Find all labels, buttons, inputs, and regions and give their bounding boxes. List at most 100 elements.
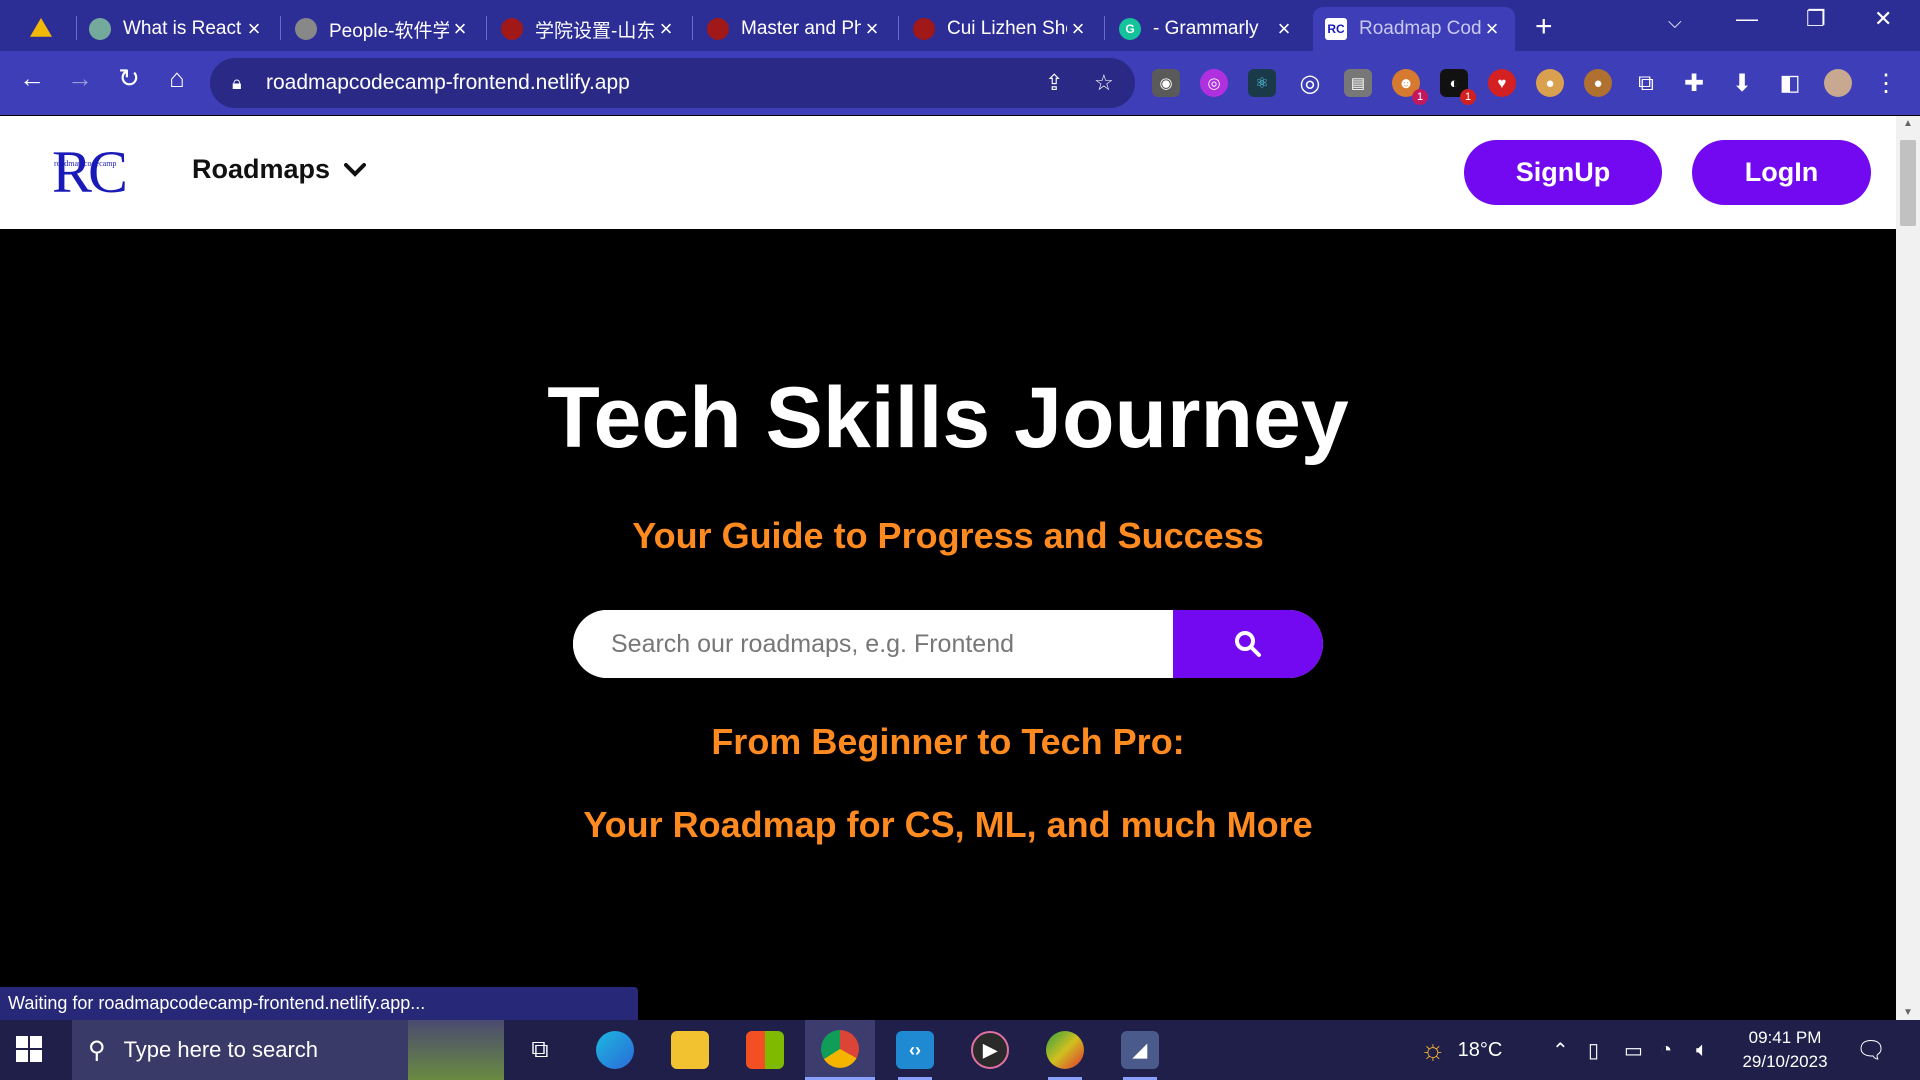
temperature: 18°C — [1457, 1038, 1503, 1061]
search-highlight-image — [408, 1020, 504, 1080]
hero-title: Tech Skills Journey — [547, 370, 1349, 466]
wifi-icon[interactable]: ◔ — [1660, 1020, 1672, 1080]
maps-app-icon[interactable] — [1030, 1020, 1100, 1080]
home-icon[interactable]: ⌂ — [157, 63, 197, 94]
search-button[interactable] — [1173, 610, 1323, 678]
extensions-puzzle-icon[interactable]: ✚ — [1680, 69, 1708, 97]
close-tab-icon[interactable]: × — [861, 16, 883, 42]
tab-cui-lizhen[interactable]: Cui Lizhen Sho × — [901, 7, 1101, 51]
tab-roadmap-codecamp[interactable]: RC Roadmap Code × — [1313, 7, 1515, 51]
search-icon: ⚲ — [88, 1036, 106, 1064]
chevron-down-icon — [344, 157, 367, 183]
screenshot-extension-icon[interactable]: ⧉ — [1632, 69, 1660, 97]
file-explorer-icon[interactable] — [655, 1020, 725, 1080]
hero-tagline-1: From Beginner to Tech Pro: — [711, 721, 1185, 762]
globe-icon — [295, 18, 317, 40]
browser-toolbar: ← → ↻ ⌂ 🔒︎ roadmapcodecamp-frontend.netl… — [0, 51, 1920, 115]
headphone-extension-icon[interactable]: ◎ — [1200, 69, 1228, 97]
page-scrollbar[interactable]: ▲ ▼ — [1896, 116, 1920, 1020]
close-tab-icon[interactable]: × — [1067, 16, 1089, 42]
close-tab-icon[interactable]: × — [449, 16, 471, 42]
grammarly-icon: G — [1119, 18, 1141, 40]
dark-extension-icon[interactable]: ◐ 1 — [1440, 69, 1476, 105]
monkey-extension-icon[interactable]: ☻ 1 — [1392, 69, 1428, 105]
roadmaps-label: Roadmaps — [192, 154, 331, 184]
device-icon[interactable]: ▯ — [1588, 1020, 1599, 1080]
close-tab-icon[interactable]: × — [243, 16, 265, 42]
tab-college-settings[interactable]: 学院设置-山东 × — [489, 7, 689, 51]
site-header: RC roadmap codecamp Roadmaps SignUp LogI… — [0, 116, 1896, 229]
side-panel-icon[interactable]: ◧ — [1776, 69, 1804, 97]
media-player-icon[interactable]: ▶ — [955, 1020, 1025, 1080]
battery-icon[interactable]: ▭ — [1624, 1020, 1643, 1080]
window-extension-icon[interactable]: ▤ — [1344, 69, 1372, 97]
task-view-icon[interactable]: ⧉ — [505, 1020, 575, 1080]
weather-widget[interactable]: ☼ 18°C — [1420, 1020, 1502, 1080]
notifications-icon[interactable]: 🗨︎ — [1856, 1020, 1886, 1080]
profile-avatar[interactable] — [1824, 69, 1852, 97]
share-icon[interactable]: ⇪ — [1045, 70, 1063, 96]
scroll-thumb[interactable] — [1900, 140, 1916, 226]
reload-icon[interactable]: ↻ — [109, 63, 149, 94]
clock-time: 09:41 PM — [1748, 1028, 1822, 1047]
site-logo[interactable]: RC roadmap codecamp — [50, 141, 136, 203]
restore-icon[interactable]: ❐ — [1806, 6, 1826, 32]
windows-start-icon[interactable] — [16, 1036, 42, 1062]
menu-kebab-icon[interactable]: ⋮ — [1872, 69, 1900, 97]
target-extension-icon[interactable]: ◎ — [1296, 69, 1324, 97]
hero-subtitle: Your Guide to Progress and Success — [632, 515, 1264, 556]
download-icon[interactable]: ⬇ — [1728, 69, 1756, 97]
hero-tagline-2: Your Roadmap for CS, ML, and much More — [583, 804, 1313, 845]
university-icon — [501, 18, 523, 40]
address-bar[interactable]: 🔒︎ roadmapcodecamp-frontend.netlify.app … — [210, 58, 1135, 108]
search-icon — [1235, 631, 1261, 657]
login-button[interactable]: LogIn — [1692, 140, 1871, 205]
new-tab-icon[interactable]: + — [1535, 10, 1553, 44]
react-devtools-icon[interactable]: ⚛ — [1248, 69, 1276, 97]
devil-extension-icon[interactable]: ♥ — [1488, 69, 1516, 97]
rc-logo-icon: RC — [1325, 18, 1347, 40]
status-bubble: Waiting for roadmapcodecamp-frontend.net… — [0, 987, 638, 1020]
logo-wordmark: roadmap codecamp — [54, 159, 117, 168]
bookmark-star-icon[interactable]: ☆ — [1094, 70, 1114, 96]
tab-title: Roadmap Code — [1359, 18, 1481, 39]
taskbar-search-placeholder: Type here to search — [123, 1037, 319, 1062]
university-icon — [707, 18, 729, 40]
taskbar-search[interactable]: ⚲ Type here to search — [72, 1020, 504, 1080]
edge-icon[interactable] — [580, 1020, 650, 1080]
tab-search-icon[interactable]: ⌵ — [1668, 12, 1682, 33]
tab-people[interactable]: People-软件学 × — [283, 7, 483, 51]
forward-icon[interactable]: → — [60, 63, 100, 94]
browser-tab-bar: What is React × People-软件学 × 学院设置-山东 × M… — [0, 0, 1920, 51]
chrome-icon[interactable] — [805, 1020, 875, 1080]
vscode-icon[interactable]: ‹› — [880, 1020, 950, 1080]
clock[interactable]: 09:41 PM 29/10/2023 — [1730, 1026, 1840, 1074]
tab-grammarly[interactable]: G - Grammarly × — [1107, 7, 1307, 51]
show-hidden-icons-icon[interactable]: ⌃ — [1552, 1020, 1569, 1080]
close-tab-icon[interactable]: × — [1481, 16, 1503, 42]
scroll-up-icon[interactable]: ▲ — [1896, 118, 1920, 129]
ms-store-icon[interactable] — [730, 1020, 800, 1080]
pen-app-icon[interactable]: ◢ — [1105, 1020, 1175, 1080]
close-window-icon[interactable]: ✕ — [1874, 6, 1892, 32]
close-tab-icon[interactable]: × — [1273, 16, 1295, 42]
close-tab-icon[interactable]: × — [655, 16, 677, 42]
tab-drive[interactable] — [18, 7, 74, 51]
extension-badge: 1 — [1460, 89, 1476, 105]
back-icon[interactable]: ← — [12, 63, 52, 94]
tab-what-is-react[interactable]: What is React × — [77, 7, 277, 51]
volume-icon[interactable]: 🔈︎ — [1696, 1020, 1708, 1080]
chatgpt-icon — [89, 18, 111, 40]
roadmaps-dropdown[interactable]: Roadmaps — [192, 154, 367, 185]
url-text[interactable]: roadmapcodecamp-frontend.netlify.app — [266, 71, 630, 95]
scroll-down-icon[interactable]: ▼ — [1896, 1007, 1920, 1018]
cookie-extension-icon[interactable]: ● — [1536, 69, 1564, 97]
tab-title: 学院设置-山东 — [535, 20, 655, 42]
tab-title: - Grammarly — [1153, 18, 1259, 39]
cookie-editor-icon[interactable]: ● — [1584, 69, 1612, 97]
minimize-icon[interactable]: — — [1736, 6, 1758, 32]
search-input[interactable] — [573, 610, 1173, 678]
signup-button[interactable]: SignUp — [1464, 140, 1662, 205]
tab-master-phd[interactable]: Master and PhD × — [695, 7, 895, 51]
camera-extension-icon[interactable]: ◉ — [1152, 69, 1180, 97]
